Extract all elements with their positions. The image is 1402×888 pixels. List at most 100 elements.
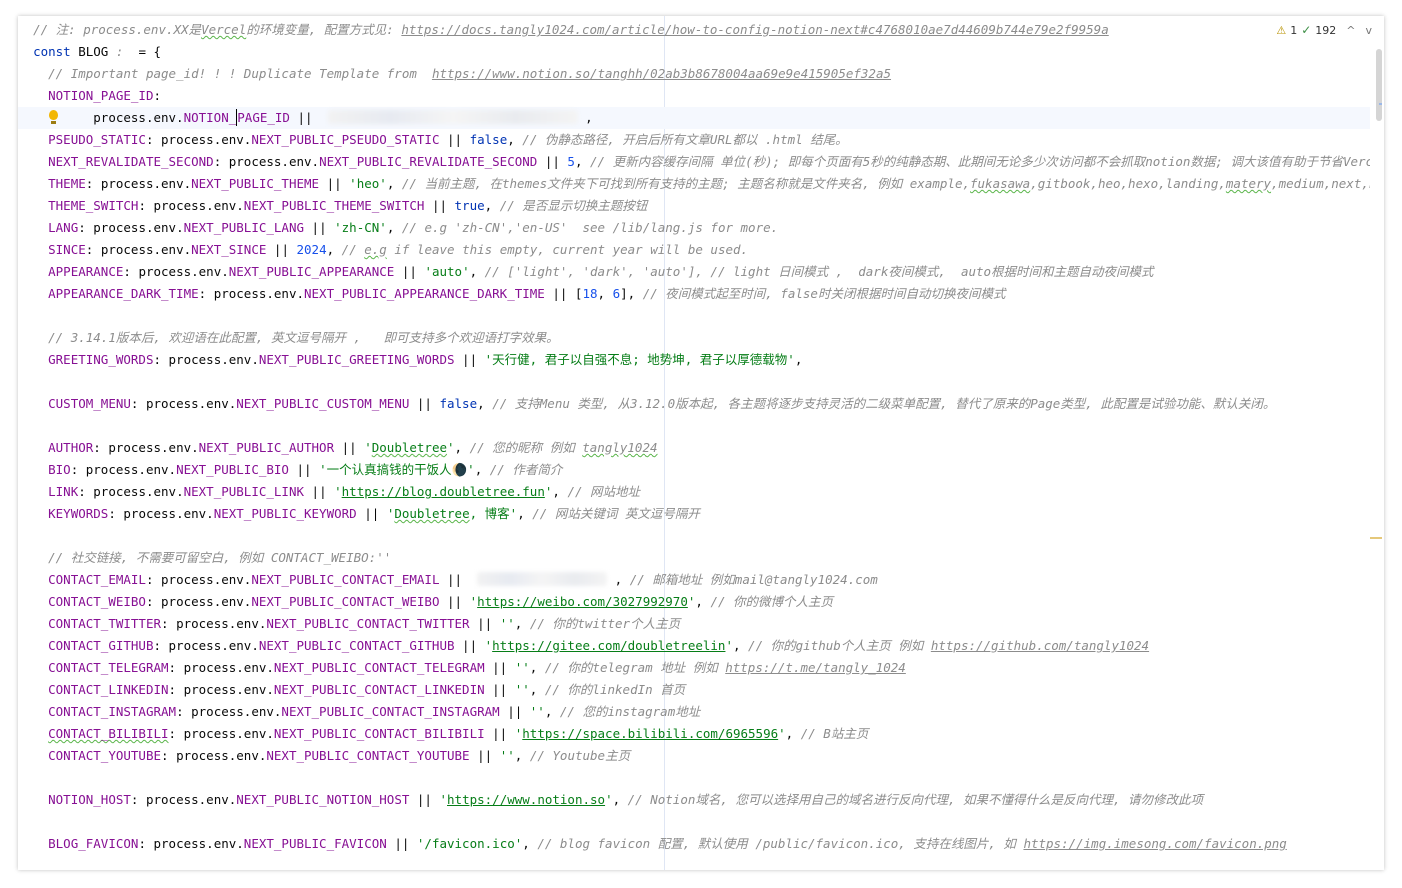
code-line[interactable]: GREETING_WORDS: process.env.NEXT_PUBLIC_…	[18, 349, 1370, 371]
code-token: // 你的github个人主页 例如	[748, 638, 931, 653]
next-highlight-icon[interactable]: v	[1365, 24, 1372, 37]
code-token: APPEARANCE_DARK_TIME	[48, 286, 199, 301]
code-line[interactable]: THEME: process.env.NEXT_PUBLIC_THEME || …	[18, 173, 1370, 195]
lightbulb-icon[interactable]	[49, 110, 58, 124]
code-token: NEXT_PUBLIC_LANG	[183, 220, 305, 235]
code-token: NEXT_PUBLIC_CONTACT_YOUTUBE	[266, 748, 470, 763]
previous-highlight-icon[interactable]: ^	[1346, 24, 1355, 37]
code-line[interactable]: CONTACT_BILIBILI: process.env.NEXT_PUBLI…	[18, 723, 1370, 745]
code-line[interactable]: NOTION_PAGE_ID:	[18, 85, 1370, 107]
code-token: NEXT_PUBLIC_PSEUDO_STATIC	[251, 132, 440, 147]
code-line[interactable]: // Important page_id! ! ! Duplicate Temp…	[18, 63, 1370, 85]
warning-count: 1	[1290, 23, 1298, 37]
inspection-widget[interactable]: ⚠ 1 ✓ 192 ^ v	[1270, 22, 1372, 38]
code-line[interactable]	[18, 811, 1370, 833]
code-token: 6	[612, 286, 621, 301]
code-line[interactable]	[18, 767, 1370, 789]
code-lines[interactable]: // 注: process.env.XX是Vercel的环境变量, 配置方式见:…	[18, 19, 1370, 855]
code-token: // 3.14.1版本后, 欢迎语在此配置, 英文逗号隔开 , 即可支持多个欢迎…	[48, 330, 559, 345]
code-line[interactable]: APPEARANCE_DARK_TIME: process.env.NEXT_P…	[18, 283, 1370, 305]
code-token: NEXT_PUBLIC_CONTACT_LINKEDIN	[273, 682, 485, 697]
code-token: NEXT_PUBLIC_CONTACT_TELEGRAM	[273, 660, 485, 675]
code-line[interactable]: // 注: process.env.XX是Vercel的环境变量, 配置方式见:…	[18, 19, 1370, 41]
code-token: // 当前主题, 在themes文件夹下可找到所有支持的主题; 主题名称就是文件…	[401, 176, 970, 191]
code-token: : process.env.	[78, 484, 184, 499]
code-line[interactable]: NOTION_HOST: process.env.NEXT_PUBLIC_NOT…	[18, 789, 1370, 811]
code-line[interactable]: CONTACT_WEIBO: process.env.NEXT_PUBLIC_C…	[18, 591, 1370, 613]
code-token: : process.env.	[85, 242, 192, 257]
code-line[interactable]	[18, 305, 1370, 327]
code-line[interactable]: CONTACT_YOUTUBE: process.env.NEXT_PUBLIC…	[18, 745, 1370, 767]
code-token: ,	[507, 132, 523, 147]
code-token: '	[469, 594, 478, 609]
scrollbar-thumb[interactable]	[1376, 49, 1382, 121]
code-token: = {	[138, 44, 162, 59]
code-line[interactable]: const BLOG : = {	[18, 41, 1370, 63]
code-line[interactable]: LANG: process.env.NEXT_PUBLIC_LANG || 'z…	[18, 217, 1370, 239]
code-token: ,	[326, 242, 342, 257]
code-token: ,	[474, 462, 490, 477]
code-line[interactable]	[18, 415, 1370, 437]
code-line[interactable]: LINK: process.env.NEXT_PUBLIC_LINK || 'h…	[18, 481, 1370, 503]
code-line[interactable]: // 3.14.1版本后, 欢迎语在此配置, 英文逗号隔开 , 即可支持多个欢迎…	[18, 327, 1370, 349]
code-line[interactable]: SINCE: process.env.NEXT_SINCE || 2024, /…	[18, 239, 1370, 261]
code-token: : process.env.	[213, 154, 320, 169]
code-token: //	[341, 242, 365, 257]
code-token: https://blog.doubletree.fun	[341, 484, 545, 499]
code-line[interactable]: CONTACT_EMAIL: process.env.NEXT_PUBLIC_C…	[18, 569, 1370, 591]
code-token: NEXT_REVALIDATE_SECOND	[48, 154, 214, 169]
code-line[interactable]: BLOG_FAVICON: process.env.NEXT_PUBLIC_FA…	[18, 833, 1370, 855]
code-token: ,	[607, 572, 630, 587]
code-line[interactable]: NEXT_REVALIDATE_SECOND: process.env.NEXT…	[18, 151, 1370, 173]
code-line[interactable]: CONTACT_INSTAGRAM: process.env.NEXT_PUBL…	[18, 701, 1370, 723]
code-token: ,	[552, 484, 568, 499]
code-token: // 你的telegram 地址 例如	[544, 660, 726, 675]
code-token: // 伪静态路径, 开启后所有文章URL都以 .html 结尾。	[522, 132, 848, 147]
code-token: ||	[454, 638, 485, 653]
code-line[interactable]: AUTHOR: process.env.NEXT_PUBLIC_AUTHOR |…	[18, 437, 1370, 459]
code-token: https://space.bilibili.com/6965596	[522, 726, 779, 741]
code-line[interactable]: CUSTOM_MENU: process.env.NEXT_PUBLIC_CUS…	[18, 393, 1370, 415]
code-token: ||	[439, 132, 470, 147]
code-token: AUTHOR	[48, 440, 94, 455]
code-line[interactable]: APPEARANCE: process.env.NEXT_PUBLIC_APPE…	[18, 261, 1370, 283]
code-token: '/favicon.ico'	[416, 836, 523, 851]
code-token: // Notion域名, 您可以选择用自己的域名进行反向代理, 如果不懂得什么是…	[627, 792, 1204, 807]
code-token: NEXT_PUBLIC_BIO	[176, 462, 289, 477]
code-editor[interactable]: // 注: process.env.XX是Vercel的环境变量, 配置方式见:…	[18, 16, 1384, 870]
code-token: '	[778, 726, 786, 741]
code-line[interactable]: KEYWORDS: process.env.NEXT_PUBLIC_KEYWOR…	[18, 503, 1370, 525]
code-token: : process.env.	[108, 506, 214, 521]
code-token: https://docs.tangly1024.com/article/how-…	[401, 22, 1109, 37]
code-token: ||	[288, 462, 320, 477]
code-line[interactable]	[18, 525, 1370, 547]
warning-icon: ⚠	[1276, 23, 1287, 37]
code-line[interactable]: PSEUDO_STATIC: process.env.NEXT_PUBLIC_P…	[18, 129, 1370, 151]
code-line[interactable]: CONTACT_GITHUB: process.env.NEXT_PUBLIC_…	[18, 635, 1370, 657]
code-line[interactable]: CONTACT_LINKEDIN: process.env.NEXT_PUBLI…	[18, 679, 1370, 701]
code-token: ||	[386, 836, 417, 851]
code-line[interactable]: // 社交链接, 不需要可留空白, 例如 CONTACT_WEIBO:''	[18, 547, 1370, 569]
code-token: ||	[537, 154, 568, 169]
code-line[interactable]: THEME_SWITCH: process.env.NEXT_PUBLIC_TH…	[18, 195, 1370, 217]
code-line[interactable]: BIO: process.env.NEXT_PUBLIC_BIO || '一个认…	[18, 459, 1370, 481]
code-token: ],	[620, 286, 643, 301]
code-line[interactable]: CONTACT_TWITTER: process.env.NEXT_PUBLIC…	[18, 613, 1370, 635]
code-token: ,gitbook,heo,hexo,landing,	[1030, 176, 1226, 191]
code-token: NEXT_PUBLIC_CONTACT_INSTAGRAM	[281, 704, 500, 719]
code-token: ||	[409, 792, 440, 807]
code-line[interactable]: CONTACT_TELEGRAM: process.env.NEXT_PUBLI…	[18, 657, 1370, 679]
vertical-scrollbar[interactable]	[1373, 46, 1381, 866]
code-line[interactable]: process.env.NOTION_PAGE_ID || ,	[18, 107, 1370, 129]
code-token: '	[725, 638, 733, 653]
code-token: NEXT_PUBLIC_CUSTOM_MENU	[236, 396, 410, 411]
code-line[interactable]	[18, 371, 1370, 393]
